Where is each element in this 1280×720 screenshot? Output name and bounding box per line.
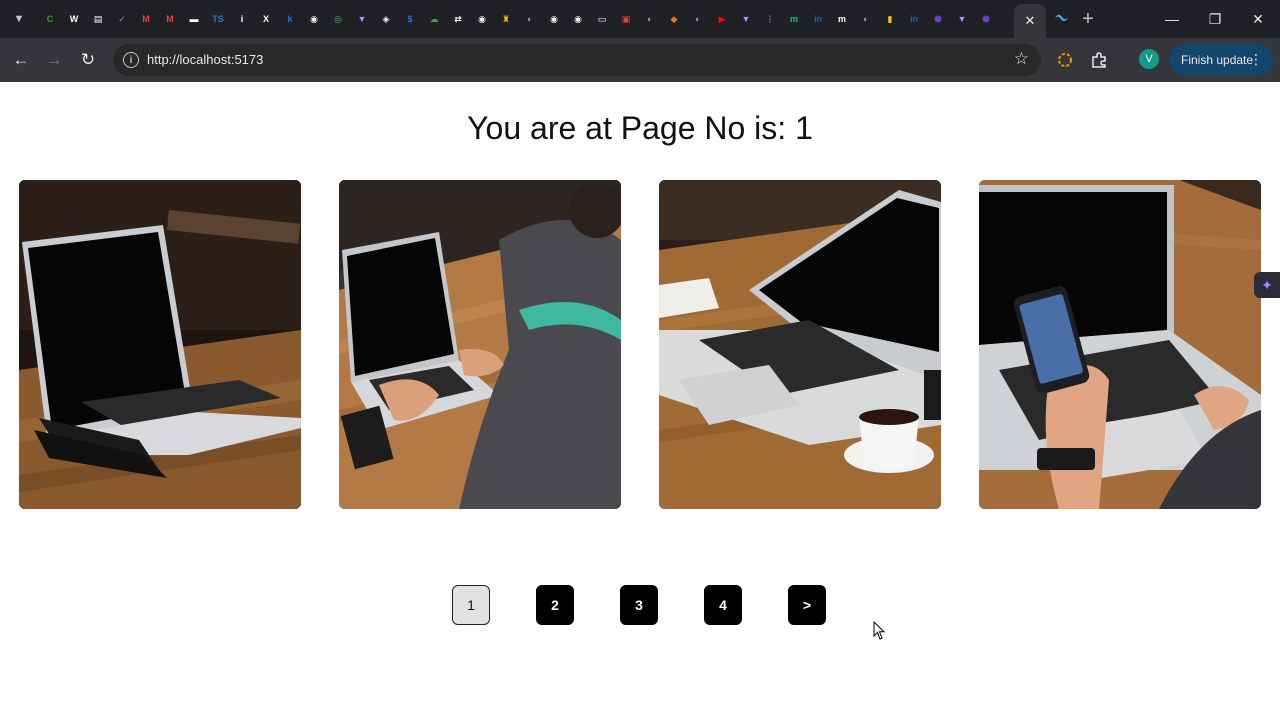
page-title: You are at Page No is: 1 — [467, 110, 813, 146]
whatsapp-icon[interactable]: ◎ — [330, 11, 346, 27]
document-icon[interactable]: ▭ — [594, 11, 610, 27]
image-card — [19, 180, 301, 509]
man-typing-image — [339, 180, 621, 509]
pagination-next-button[interactable]: > — [788, 585, 826, 625]
globe-icon[interactable]: ◐ — [858, 11, 874, 27]
gmail-icon[interactable]: M — [162, 11, 178, 27]
meet-icon[interactable]: m — [786, 11, 802, 27]
bookmark-star-icon[interactable]: ☆ — [1014, 49, 1029, 69]
new-tab-button[interactable]: + — [1076, 7, 1100, 31]
bookmark-grid-icon[interactable]: ▤ — [90, 11, 106, 27]
image-card — [979, 180, 1261, 509]
hex-icon[interactable]: ⬢ — [930, 11, 946, 27]
globe-icon[interactable]: ◐ — [642, 11, 658, 27]
bolt-icon[interactable]: k — [282, 11, 298, 27]
phone-over-laptop-image — [979, 180, 1261, 509]
vite-icon[interactable]: ▼ — [954, 11, 970, 27]
dollar-icon[interactable]: $ — [402, 11, 418, 27]
github-icon[interactable]: ◉ — [474, 11, 490, 27]
w3-icon[interactable]: W — [66, 11, 82, 27]
bookmark-icon[interactable]: ▮ — [882, 11, 898, 27]
trophy-icon[interactable]: ♜ — [498, 11, 514, 27]
chatgpt-icon[interactable]: ◈ — [378, 11, 394, 27]
arrows-icon[interactable]: ⇄ — [450, 11, 466, 27]
restore-icon: ❐ — [1208, 10, 1222, 27]
sidebar-ai-button[interactable]: ✦ — [1254, 272, 1280, 298]
reload-icon: ↻ — [80, 50, 96, 69]
active-tab[interactable]: ✕ — [1014, 4, 1046, 38]
gmail-icon[interactable]: M — [138, 11, 154, 27]
vite-icon[interactable]: ▼ — [738, 11, 754, 27]
close-window-button[interactable]: ✕ — [1244, 8, 1272, 30]
sparkle-icon: ✦ — [1261, 276, 1273, 293]
minimize-icon: — — [1165, 11, 1179, 27]
close-tab-icon[interactable]: ✕ — [1025, 13, 1036, 29]
chevron-down-icon: ▼ — [13, 13, 25, 25]
address-bar[interactable]: i http://localhost:5173 ☆ — [113, 44, 1041, 76]
globe-icon[interactable]: ◐ — [690, 11, 706, 27]
globe-icon[interactable]: ◐ — [522, 11, 538, 27]
pagination-page-2-button[interactable]: 2 — [536, 585, 574, 625]
news-icon[interactable]: ▬ — [186, 11, 202, 27]
mouse-cursor-icon — [873, 621, 886, 640]
laptop-with-coffee-image — [659, 180, 941, 509]
vite-checklist-icon[interactable]: ✓ — [114, 11, 130, 27]
github-icon[interactable]: ◉ — [546, 11, 562, 27]
image-card — [659, 180, 941, 509]
forward-button[interactable]: → — [42, 48, 66, 72]
dev-icon[interactable]: m — [834, 11, 850, 27]
hex-icon[interactable]: ⬢ — [978, 11, 994, 27]
edge-c-icon[interactable]: C — [42, 11, 58, 27]
typescript-icon[interactable]: TS — [210, 11, 226, 27]
pinned-tabs: C W ▤ ✓ M M ▬ TS i Xk ◉ ◎ ▼ ◈ $ ☁ ⇄ ◉ ♜ ◐ ◉ ◉ ▭ ▣ ◐ ◆ ◐ ▶ ▼ ⋮ m in m ◐ ▮ in… — [38, 11, 998, 27]
restore-button[interactable]: ❐ — [1201, 8, 1229, 30]
browser-toolbar: ← → ↻ i http://localhost:5173 ☆ V Finish… — [0, 38, 1280, 82]
image-card — [339, 180, 621, 509]
arrow-right-icon: → — [45, 50, 63, 69]
reload-button[interactable]: ↻ — [76, 48, 100, 72]
vite-icon[interactable]: ▼ — [354, 11, 370, 27]
url-text[interactable]: http://localhost:5173 — [147, 52, 263, 67]
pagination-page-4-button[interactable]: 4 — [704, 585, 742, 625]
close-icon: ✕ — [1252, 10, 1264, 27]
divider-icon[interactable]: ⋮ — [762, 11, 778, 27]
arrow-left-icon: ← — [12, 50, 30, 69]
youtube-icon[interactable]: ▶ — [714, 11, 730, 27]
site-info-icon[interactable]: i — [123, 52, 139, 68]
plus-icon: + — [1082, 7, 1094, 30]
fire-icon[interactable]: ◆ — [666, 11, 682, 27]
finish-update-label: Finish update — [1181, 53, 1254, 67]
tab-search-button[interactable]: ▼ — [6, 6, 32, 32]
profile-avatar[interactable]: V — [1139, 49, 1159, 69]
more-menu-icon: ⋮ — [1249, 51, 1263, 67]
pdf-icon[interactable]: ▣ — [618, 11, 634, 27]
pagination-page-1-button[interactable]: 1 — [452, 585, 490, 625]
laptop-on-table-image — [19, 180, 301, 509]
tab-strip: ▼ C W ▤ ✓ M M ▬ TS i Xk ◉ ◎ ▼ ◈ $ ☁ ⇄ ◉ ♜ ◐ ◉ ◉ ▭ ▣ ◐ ◆ ◐ ▶ ▼ ⋮ m in m ◐ ▮… — [0, 0, 1280, 38]
info-icon[interactable]: i — [234, 11, 250, 27]
puzzle-icon[interactable] — [1090, 51, 1108, 69]
extension-color-icon[interactable] — [1056, 51, 1074, 69]
linkedin-icon[interactable]: in — [906, 11, 922, 27]
pagination-page-3-button[interactable]: 3 — [620, 585, 658, 625]
github-icon[interactable]: ◉ — [306, 11, 322, 27]
minimize-button[interactable]: — — [1158, 8, 1186, 30]
github-icon[interactable]: ◉ — [570, 11, 586, 27]
tailwind-tab-icon[interactable] — [1052, 11, 1070, 27]
finish-update-button[interactable]: Finish update ⋮ — [1169, 44, 1273, 76]
cloud-icon[interactable]: ☁ — [426, 11, 442, 27]
linkedin-icon[interactable]: in — [810, 11, 826, 27]
back-button[interactable]: ← — [9, 48, 33, 72]
x-icon[interactable]: X — [258, 11, 274, 27]
